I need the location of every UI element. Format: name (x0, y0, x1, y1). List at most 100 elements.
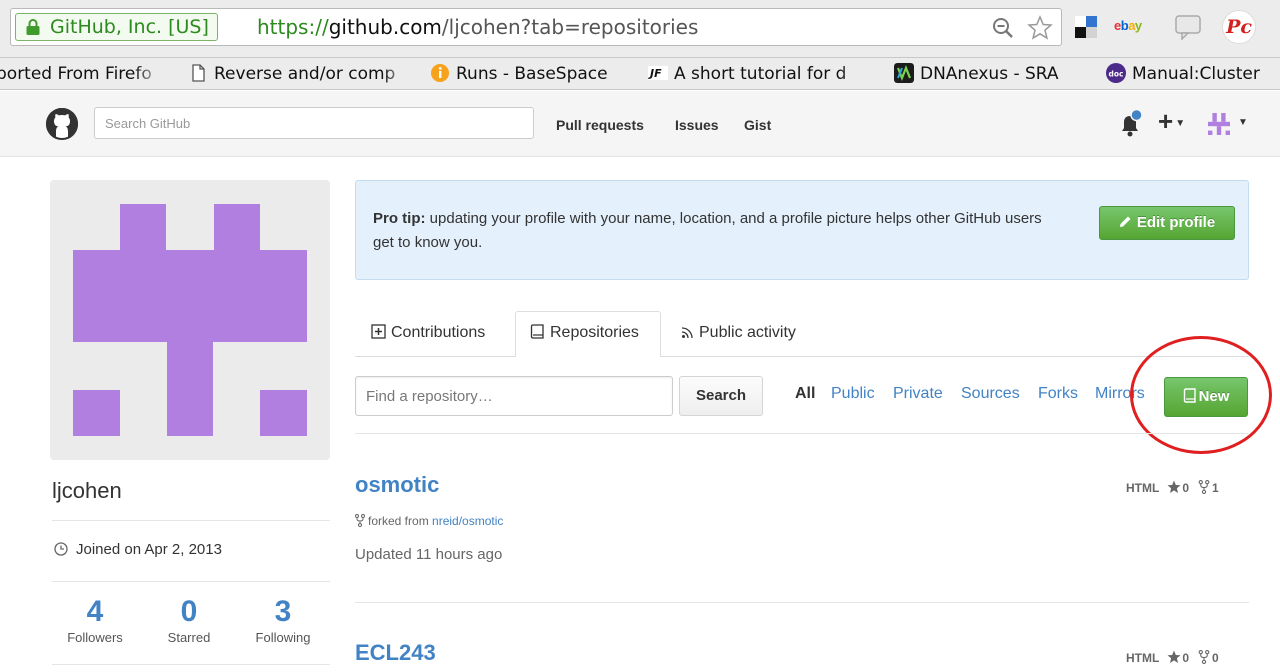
filter-private[interactable]: Private (893, 385, 943, 403)
tab-repositories[interactable]: Repositories (530, 322, 639, 357)
stat-following[interactable]: 3 Following (238, 595, 328, 646)
search-button[interactable]: Search (679, 376, 763, 416)
repo-meta: HTML 0 1 (1126, 480, 1219, 495)
bookmark-label: Manual:Cluster (1132, 64, 1260, 84)
stat-followers[interactable]: 4 Followers (50, 595, 140, 646)
star-icon (1167, 480, 1181, 493)
bookmark-label: ported From Firefo (0, 64, 152, 84)
repo-stars[interactable]: 0 (1182, 481, 1189, 495)
tab-contributions[interactable]: Contributions (371, 322, 485, 357)
github-logo-icon[interactable] (46, 108, 78, 140)
address-bar[interactable]: GitHub, Inc. [US] https://github.com/ljc… (10, 8, 1062, 46)
bookmark-short-tutorial[interactable]: JF A short tutorial for d (648, 62, 870, 86)
github-header: Pull requests Issues Gist +▼ ▼ (0, 91, 1280, 157)
bookmark-basespace[interactable]: Runs - BaseSpace (430, 62, 630, 86)
repo-forks[interactable]: 1 (1212, 481, 1219, 495)
tabs-divider (355, 356, 1249, 357)
search-github-input[interactable] (94, 107, 534, 139)
bookmarks-bar: ported From Firefo Reverse and/or comp R… (0, 58, 1280, 90)
chevron-down-icon: ▼ (1175, 118, 1186, 129)
repo-icon (1183, 388, 1196, 403)
bookmark-reverse-complement[interactable]: Reverse and/or comp (188, 62, 412, 86)
fork-icon (1198, 480, 1210, 494)
star-icon (1167, 650, 1181, 663)
divider (52, 520, 330, 521)
url-host: github.com (328, 15, 442, 39)
followers-label: Followers (67, 630, 123, 645)
profile-username: ljcohen (52, 478, 122, 503)
following-count: 3 (274, 595, 292, 628)
bookmark-imported-from-firefox[interactable]: ported From Firefo (0, 62, 164, 86)
edit-profile-button[interactable]: Edit profile (1099, 206, 1235, 240)
nav-issues[interactable]: Issues (675, 117, 719, 133)
fork-icon (1198, 650, 1210, 664)
filter-sources[interactable]: Sources (961, 385, 1020, 403)
repo-icon (530, 324, 544, 339)
pc-extension-icon[interactable]: Pc (1222, 10, 1256, 44)
divider (52, 664, 330, 665)
profile-avatar[interactable] (50, 180, 330, 460)
tab-label: Public activity (699, 324, 796, 341)
plus-icon: + (1158, 106, 1174, 136)
zoom-icon[interactable] (992, 17, 1014, 39)
tab-label: Repositories (550, 324, 639, 341)
filter-forks[interactable]: Forks (1038, 385, 1078, 403)
repo-forked-from: forked from nreid/osmotic (355, 514, 503, 528)
svg-text:doc: doc (1109, 70, 1124, 79)
nav-gist[interactable]: Gist (744, 117, 771, 133)
create-new-dropdown[interactable]: + ▼ (1158, 108, 1186, 135)
new-repository-button[interactable]: New (1164, 377, 1248, 417)
info-icon (431, 64, 449, 82)
starred-label: Starred (167, 630, 211, 645)
speech-bubble-extension-icon[interactable] (1174, 14, 1202, 40)
repo-name-link[interactable]: osmotic (355, 472, 439, 498)
filter-all[interactable]: All (795, 385, 815, 403)
joined-text: Joined on Apr 2, 2013 (76, 541, 222, 558)
stat-starred[interactable]: 0 Starred (144, 595, 234, 646)
ev-certificate-badge[interactable]: GitHub, Inc. [US] (15, 13, 218, 41)
url-scheme: https:// (257, 15, 329, 39)
ebay-extension-icon[interactable]: ebay (1114, 18, 1142, 33)
user-avatar[interactable] (1208, 113, 1230, 135)
filter-mirrors[interactable]: Mirrors (1095, 385, 1145, 403)
divider (52, 581, 330, 582)
forked-from-link[interactable]: nreid/osmotic (432, 514, 503, 528)
repo-name-link[interactable]: ECL243 (355, 640, 436, 666)
bookmark-label: A short tutorial for d (674, 64, 847, 84)
pencil-icon (1119, 216, 1131, 227)
bookmark-manual-cluster[interactable]: doc Manual:Cluster (1106, 62, 1280, 86)
list-divider (355, 602, 1249, 603)
tab-public-activity[interactable]: Public activity (681, 322, 796, 357)
url-text[interactable]: https://github.com/ljcohen?tab=repositor… (257, 14, 698, 40)
starred-count: 0 (180, 595, 198, 628)
repo-forks[interactable]: 0 (1212, 651, 1219, 665)
bookmark-star-icon[interactable] (1027, 15, 1053, 41)
notifications-bell-icon[interactable] (1118, 109, 1144, 139)
dnanexus-icon (894, 63, 914, 83)
repo-meta: HTML 0 0 (1126, 650, 1219, 665)
fork-icon (355, 514, 365, 527)
repo-stars[interactable]: 0 (1182, 651, 1189, 665)
url-path: /ljcohen?tab=repositories (441, 15, 699, 39)
find-repository-input[interactable] (355, 376, 673, 416)
tab-label: Contributions (391, 324, 486, 341)
followers-count: 4 (86, 595, 104, 628)
repo-updated-time: Updated 11 hours ago (355, 546, 503, 563)
tutorial-icon: JF (648, 66, 668, 80)
lock-icon (26, 19, 40, 35)
repo-language: HTML (1126, 651, 1160, 665)
chevron-down-icon[interactable]: ▼ (1238, 117, 1248, 128)
bookmark-dnanexus-sra[interactable]: DNAnexus - SRA (894, 62, 1084, 86)
document-icon (192, 64, 205, 82)
forked-prefix: forked from (368, 514, 433, 528)
plus-square-icon (371, 324, 386, 339)
pro-tip-banner: Pro tip: updating your profile with your… (355, 180, 1249, 280)
pro-tip-text: Pro tip: updating your profile with your… (373, 207, 1053, 255)
pro-tip-message: updating your profile with your name, lo… (373, 210, 1042, 251)
delicious-extension-icon[interactable] (1075, 16, 1097, 38)
pro-tip-label: Pro tip: (373, 210, 426, 227)
filter-public[interactable]: Public (831, 385, 875, 403)
repo-language: HTML (1126, 481, 1160, 495)
nav-pull-requests[interactable]: Pull requests (556, 117, 644, 133)
clock-icon (54, 542, 68, 556)
